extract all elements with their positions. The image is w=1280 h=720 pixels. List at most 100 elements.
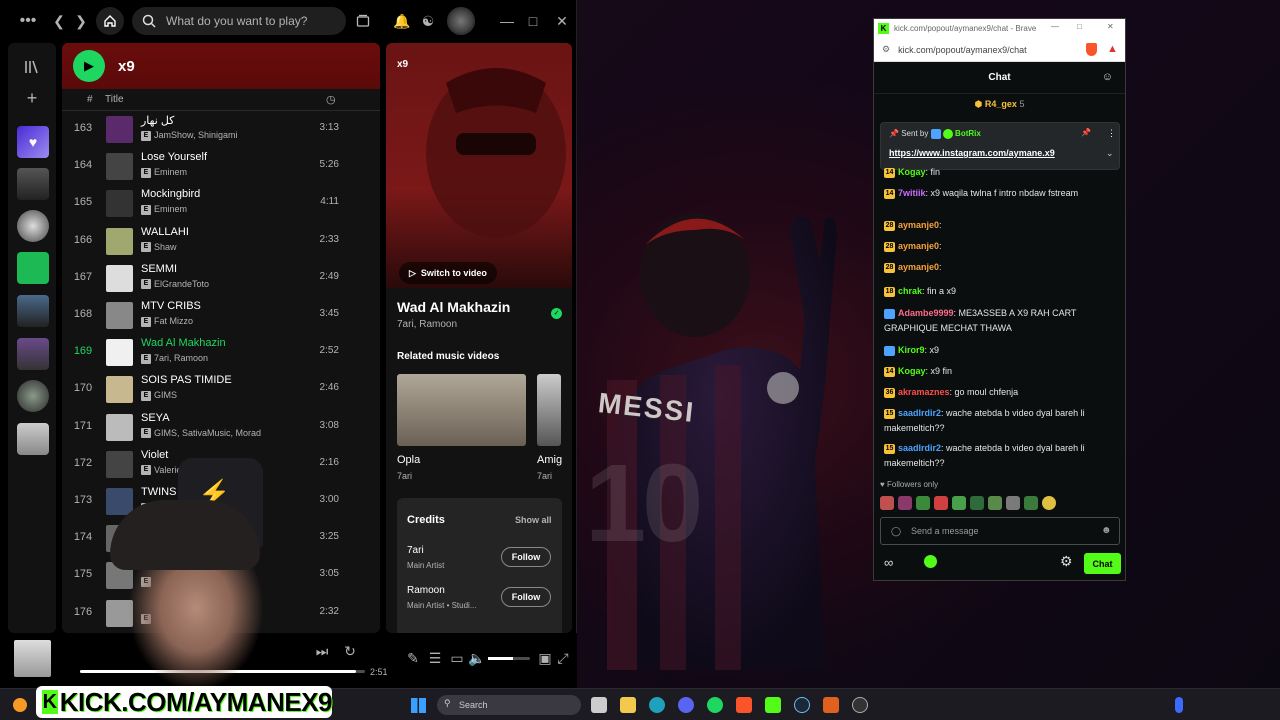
chat-message-input[interactable]: ◯ Send a message ☻	[880, 517, 1120, 545]
track-row[interactable]: 164 Lose Yourself E Eminem 5:26	[62, 148, 380, 185]
emote-icon[interactable]	[1042, 496, 1056, 510]
saved-check-icon[interactable]: ✓	[551, 308, 562, 319]
now-playing-cover[interactable]	[14, 640, 51, 677]
unpin-icon[interactable]: 📌	[1081, 128, 1091, 137]
close-icon[interactable]: ✕	[555, 12, 569, 30]
url-text[interactable]: kick.com/popout/aymanex9/chat	[898, 45, 1027, 55]
liked-songs-thumb[interactable]: ♥	[17, 126, 49, 158]
track-title[interactable]: Wad Al Makhazin	[141, 337, 226, 349]
fullscreen-icon[interactable]: ⤢	[556, 650, 570, 666]
notifications-bell-icon[interactable]: 🔔	[393, 12, 410, 30]
taskbar-search[interactable]: ⚲ Search	[437, 695, 581, 715]
artist-thumb[interactable]	[17, 380, 49, 412]
emote-icon[interactable]	[934, 496, 948, 510]
track-artists[interactable]: JamShow, Shinigami	[154, 130, 238, 140]
song-artists[interactable]: 7ari, Ramoon	[397, 319, 457, 330]
chat-username[interactable]: Kogay	[898, 366, 926, 376]
connect-device-icon[interactable]: ▭	[450, 650, 464, 666]
show-all-link[interactable]: Show all	[515, 515, 552, 525]
track-row[interactable]: 163 كل نهار E JamShow, Shinigami 3:13	[62, 111, 380, 148]
track-row[interactable]: 165 Mockingbird E Eminem 4:11	[62, 185, 380, 222]
settings-gear-icon[interactable]: ⚙	[1060, 553, 1073, 570]
playlist-thumb[interactable]	[17, 252, 49, 284]
emote-icon[interactable]	[1024, 496, 1038, 510]
related-video-thumb[interactable]	[397, 374, 526, 446]
related-video-thumb[interactable]	[537, 374, 561, 446]
chat-username[interactable]: aymanje0	[898, 262, 939, 272]
chat-users-icon[interactable]: ☺	[1102, 71, 1113, 83]
track-title[interactable]: MTV CRIBS	[141, 300, 201, 312]
track-row[interactable]: 166 WALLAHI E Shaw 2:33	[62, 223, 380, 260]
track-title[interactable]: SEMMI	[141, 263, 177, 275]
playlist-thumb[interactable]	[17, 168, 49, 200]
back-arrow-icon[interactable]: ❮	[52, 12, 66, 30]
chat-username[interactable]: aymanje0	[898, 241, 939, 251]
edge-icon[interactable]	[649, 697, 665, 713]
chat-username[interactable]: chrak	[898, 286, 922, 296]
more-options-icon[interactable]: ⋮	[1107, 128, 1116, 139]
browse-icon[interactable]	[354, 12, 372, 30]
minimize-icon[interactable]: —	[500, 12, 514, 30]
kick-studio-icon[interactable]	[765, 697, 781, 713]
emote-icon[interactable]	[970, 496, 984, 510]
related-video-title[interactable]: Opla	[397, 454, 420, 466]
chat-send-button[interactable]: Chat	[1084, 553, 1121, 574]
add-icon[interactable]: +	[22, 88, 42, 108]
brave-rewards-icon[interactable]: ▲	[1107, 43, 1118, 55]
weather-icon[interactable]	[13, 698, 27, 712]
close-icon[interactable]: ✕	[1107, 22, 1114, 31]
file-explorer-icon[interactable]	[620, 697, 636, 713]
artist-thumb[interactable]	[17, 210, 49, 242]
track-row[interactable]: 171 SEYA E GIMS, SativaMusic, Morad 3:08	[62, 409, 380, 446]
playlist-thumb[interactable]	[17, 338, 49, 370]
track-artists[interactable]: Eminem	[154, 167, 187, 177]
track-row[interactable]: 170 SOIS PAS TIMIDE E GIMS 2:46	[62, 371, 380, 408]
emote-icon[interactable]	[916, 496, 930, 510]
related-video-artist[interactable]: 7ari	[537, 471, 552, 481]
track-title[interactable]: Mockingbird	[141, 188, 200, 200]
chat-username[interactable]: 7witiik	[898, 188, 926, 198]
song-title[interactable]: Wad Al Makhazin	[397, 299, 510, 315]
track-title[interactable]: SEYA	[141, 412, 170, 424]
friend-activity-icon[interactable]: ☯	[420, 12, 436, 30]
user-avatar[interactable]	[447, 7, 475, 35]
queue-icon[interactable]: ☰	[428, 650, 442, 666]
chat-username[interactable]: Kogay	[898, 167, 926, 177]
track-title[interactable]: WALLAHI	[141, 226, 189, 238]
credit-name[interactable]: Ramoon	[407, 585, 445, 596]
microphone-tray-icon[interactable]	[1175, 697, 1183, 713]
task-view-icon[interactable]	[591, 697, 607, 713]
miniplayer-icon[interactable]: ▣	[538, 650, 552, 666]
track-title[interactable]: Lose Yourself	[141, 151, 207, 163]
kick-points-icon[interactable]	[924, 555, 937, 568]
pinned-link[interactable]: https://www.instagram.com/aymane.x9	[889, 148, 1055, 158]
playlist-thumb[interactable]	[17, 423, 49, 455]
follow-button[interactable]: Follow	[501, 547, 551, 567]
play-button[interactable]: ▶	[73, 50, 105, 82]
spotify-icon[interactable]	[707, 697, 723, 713]
track-title[interactable]: SOIS PAS TIMIDE	[141, 374, 232, 386]
maximize-icon[interactable]: □	[1077, 22, 1082, 31]
maximize-icon[interactable]: □	[526, 12, 540, 30]
track-artists[interactable]: Eminem	[154, 204, 187, 214]
track-artists[interactable]: Shaw	[154, 242, 177, 252]
track-artists[interactable]: GIMS	[154, 390, 177, 400]
home-icon[interactable]	[96, 7, 124, 35]
top-gifter[interactable]: ⬢ R4_gex 5	[874, 99, 1125, 110]
brave-shield-icon[interactable]	[1086, 43, 1097, 56]
track-artists[interactable]: ElGrandeToto	[154, 279, 209, 289]
track-artists[interactable]: GIMS, SativaMusic, Morad	[154, 428, 261, 438]
volume-slider[interactable]	[488, 657, 530, 660]
chat-username[interactable]: aymanje0	[898, 220, 939, 230]
related-video-title[interactable]: Amig	[537, 454, 562, 466]
track-row[interactable]: 169 Wad Al Makhazin E 7ari, Ramoon 2:52	[62, 334, 380, 371]
infinity-icon[interactable]: ∞	[884, 555, 893, 570]
volume-icon[interactable]: 🔈	[468, 650, 485, 666]
follow-button[interactable]: Follow	[501, 587, 551, 607]
steam-icon[interactable]	[794, 697, 810, 713]
expand-chevron-icon[interactable]: ⌄	[1106, 148, 1114, 159]
library-icon[interactable]	[22, 57, 42, 77]
switch-to-video-button[interactable]: ▷ Switch to video	[399, 262, 497, 284]
credit-name[interactable]: 7ari	[407, 545, 424, 556]
chat-username[interactable]: akramaznes	[898, 387, 950, 397]
